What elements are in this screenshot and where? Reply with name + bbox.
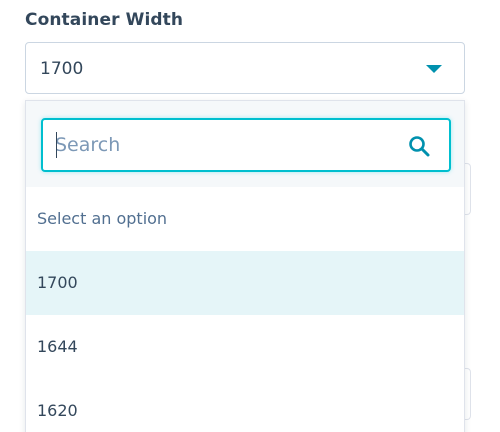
option-label: Select an option [37, 209, 168, 228]
option-label: 1700 [37, 273, 78, 292]
selected-value: 1700 [40, 59, 84, 79]
search-input[interactable] [55, 130, 385, 160]
container-width-select[interactable]: 1700 [25, 42, 465, 94]
underlying-field-edge [465, 368, 471, 420]
search-icon[interactable] [407, 134, 431, 158]
underlying-field-edge [465, 163, 471, 215]
option-label: 1620 [37, 401, 78, 420]
page: Container Width 1700 Select an option 17… [0, 0, 500, 432]
option-label: 1644 [37, 337, 78, 356]
dropdown-menu: Select an option 1700 1644 1620 [25, 100, 465, 432]
option-1700[interactable]: 1700 [26, 251, 464, 315]
search-area [26, 101, 464, 187]
option-1620[interactable]: 1620 [26, 379, 464, 432]
field-label: Container Width [25, 10, 184, 30]
text-cursor [56, 132, 57, 158]
option-1644[interactable]: 1644 [26, 315, 464, 379]
caret-down-icon[interactable] [426, 65, 442, 73]
option-placeholder[interactable]: Select an option [26, 187, 464, 251]
search-field[interactable] [41, 118, 451, 172]
